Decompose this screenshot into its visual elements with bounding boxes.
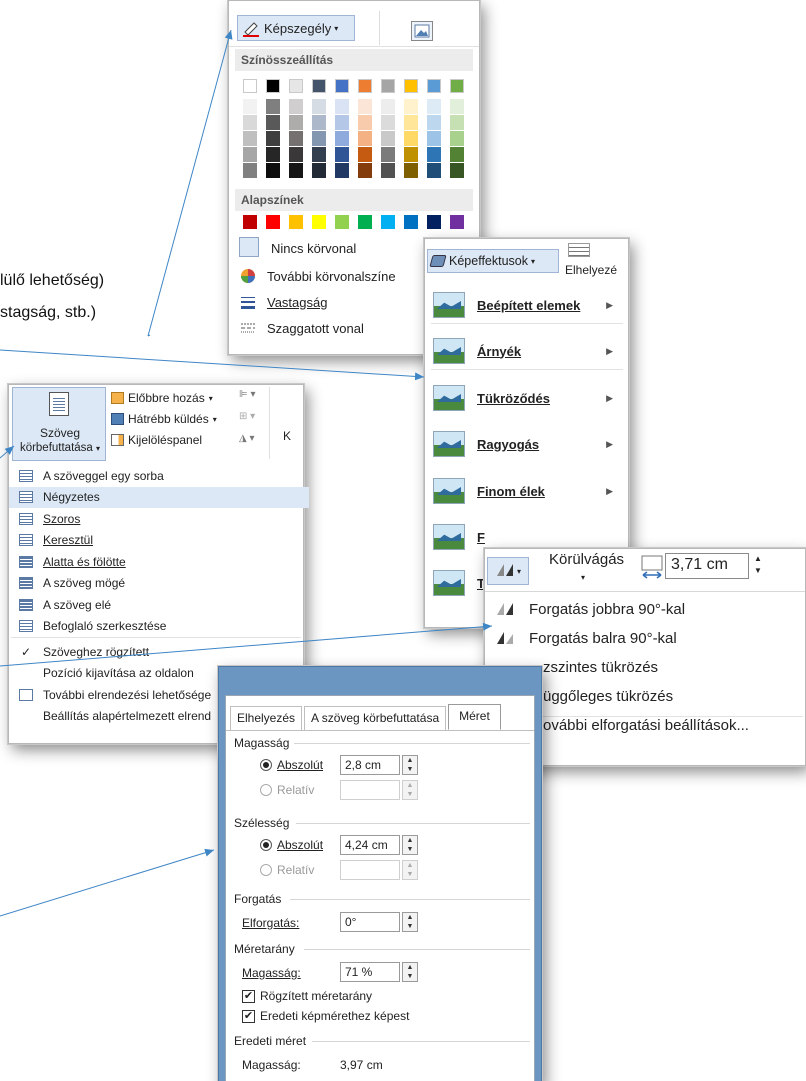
arrow-to-border-button <box>147 29 233 337</box>
arrow-to-rotate <box>0 622 493 667</box>
arrow-to-wrap <box>0 445 15 459</box>
arrow-to-dialog <box>0 848 215 917</box>
arrow-to-effects <box>0 349 425 381</box>
annotation-arrows <box>0 29 493 917</box>
